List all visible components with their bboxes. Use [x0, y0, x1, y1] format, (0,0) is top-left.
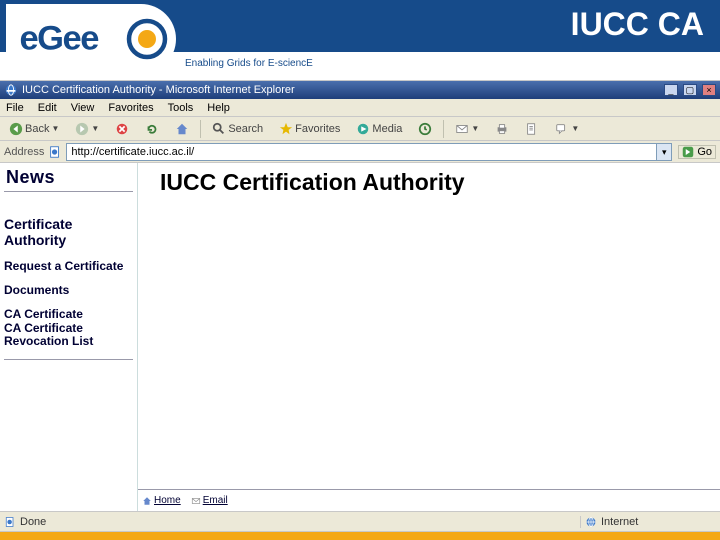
close-button[interactable]: × [702, 84, 716, 96]
back-label: Back [25, 123, 49, 135]
media-icon [356, 122, 370, 136]
history-button[interactable] [413, 120, 437, 138]
url-dropdown-button[interactable]: ▾ [656, 143, 672, 161]
forward-button[interactable]: ▼ [70, 120, 104, 138]
back-button[interactable]: Back ▼ [4, 120, 64, 138]
slide-banner: IUCC CA eGee Enabling Grids for E-scienc… [0, 0, 720, 80]
refresh-icon [145, 122, 159, 136]
sidebar-heading-cert-auth: Certificate Authority [4, 216, 133, 248]
done-page-icon [4, 516, 16, 528]
menu-tools[interactable]: Tools [168, 102, 194, 114]
ie-icon [4, 83, 18, 97]
menu-view[interactable]: View [71, 102, 95, 114]
favorites-label: Favorites [295, 123, 340, 135]
browser-menubar: File Edit View Favorites Tools Help [0, 99, 720, 117]
maximize-button[interactable]: ▢ [683, 84, 697, 96]
search-label: Search [228, 123, 263, 135]
toolbar-separator [443, 120, 444, 138]
search-icon [212, 122, 226, 136]
back-arrow-icon [9, 122, 23, 136]
favorites-icon [279, 122, 293, 136]
bottom-link-email-label: Email [203, 495, 228, 506]
discuss-button[interactable]: ▼ [550, 120, 584, 138]
mail-icon [455, 122, 469, 136]
browser-window: IUCC Certification Authority - Microsoft… [0, 80, 720, 532]
edit-icon [525, 122, 539, 136]
browser-toolbar: Back ▼ ▼ Search Favorites Media [0, 117, 720, 141]
sidebar-separator [4, 359, 133, 360]
search-button[interactable]: Search [207, 120, 268, 138]
go-button[interactable]: Go [678, 145, 716, 159]
stop-button[interactable] [110, 120, 134, 138]
minimize-button[interactable]: _ [664, 84, 678, 96]
page-sidebar: News Certificate Authority Request a Cer… [0, 163, 138, 511]
page-heading: IUCC Certification Authority [138, 163, 720, 196]
sidebar-link-ca-cert[interactable]: CA Certificate [4, 308, 133, 322]
sidebar-item-news[interactable]: News [4, 165, 133, 192]
stop-icon [115, 122, 129, 136]
address-label: Address [4, 146, 44, 158]
media-button[interactable]: Media [351, 120, 407, 138]
banner-subtitle: Enabling Grids for E-sciencE [185, 58, 313, 69]
home-icon [175, 122, 189, 136]
zone-label: Internet [601, 516, 638, 528]
go-label: Go [697, 146, 712, 158]
internet-zone-icon [585, 516, 597, 528]
media-label: Media [372, 123, 402, 135]
menu-edit[interactable]: Edit [38, 102, 57, 114]
page-content: IUCC Certification Authority Home Email [138, 163, 720, 511]
sidebar-link-documents[interactable]: Documents [4, 284, 133, 298]
print-button[interactable] [490, 120, 514, 138]
home-small-icon [142, 496, 152, 506]
discuss-icon [555, 122, 569, 136]
print-icon [495, 122, 509, 136]
sidebar-link-request[interactable]: Request a Certificate [4, 260, 133, 274]
url-input[interactable] [66, 143, 669, 161]
window-controls[interactable]: _ ▢ × [662, 84, 716, 96]
home-button[interactable] [170, 120, 194, 138]
egee-logo: eGee [6, 4, 176, 74]
menu-favorites[interactable]: Favorites [108, 102, 153, 114]
edit-button[interactable] [520, 120, 544, 138]
forward-arrow-icon [75, 122, 89, 136]
history-icon [418, 122, 432, 136]
address-bar: Address ▾ Go [0, 141, 720, 163]
menu-file[interactable]: File [6, 102, 24, 114]
browser-statusbar: Done Internet [0, 511, 720, 531]
bottom-link-home[interactable]: Home [142, 495, 181, 506]
url-page-icon [48, 145, 62, 159]
mail-small-icon [191, 496, 201, 506]
favorites-button[interactable]: Favorites [274, 120, 345, 138]
bottom-link-email[interactable]: Email [191, 495, 228, 506]
browser-title-text: IUCC Certification Authority - Microsoft… [22, 84, 295, 96]
page-viewport: News Certificate Authority Request a Cer… [0, 163, 720, 511]
mail-button[interactable]: ▼ [450, 120, 484, 138]
refresh-button[interactable] [140, 120, 164, 138]
slide-footer: GRID Workshop Authorisation and Authenti… [0, 532, 720, 540]
toolbar-separator [200, 120, 201, 138]
status-text: Done [20, 516, 46, 528]
menu-help[interactable]: Help [207, 102, 230, 114]
browser-titlebar: IUCC Certification Authority - Microsoft… [0, 81, 720, 99]
sidebar-link-revocation[interactable]: CA Certificate Revocation List [4, 322, 133, 350]
svg-text:eGee: eGee [20, 20, 100, 58]
page-bottom-links: Home Email [138, 489, 720, 511]
go-arrow-icon [682, 146, 694, 158]
slide-title: IUCC CA [571, 6, 704, 43]
bottom-link-home-label: Home [154, 495, 181, 506]
